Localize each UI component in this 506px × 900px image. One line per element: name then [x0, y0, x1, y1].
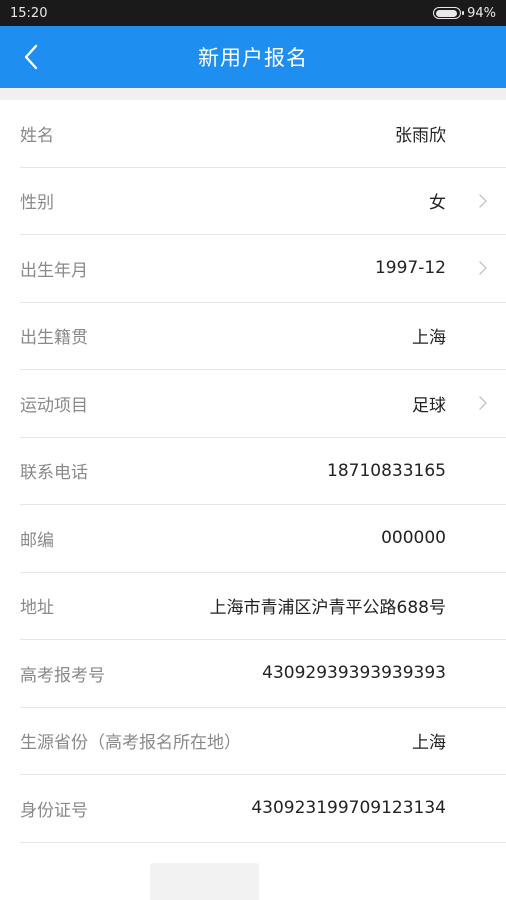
header-gap: [0, 88, 506, 100]
chevron-right-icon: [479, 261, 487, 275]
form-row-postcode[interactable]: 邮编 000000: [20, 505, 506, 573]
row-label: 运动项目: [20, 395, 88, 416]
form-row-exam-number[interactable]: 高考报考号 43092939393939393: [20, 640, 506, 708]
row-label: 性别: [20, 193, 54, 214]
status-bar: 15:20 94%: [0, 0, 506, 26]
form-row-sport[interactable]: 运动项目 足球: [20, 370, 506, 438]
page-title: 新用户报名: [198, 46, 308, 70]
battery-percent: 94%: [467, 5, 496, 21]
row-label: 生源省份（高考报名所在地）: [20, 733, 241, 754]
status-time: 15:20: [10, 5, 48, 21]
form-row-birth-date[interactable]: 出生年月 1997-12: [20, 235, 506, 303]
row-value: 000000: [381, 528, 446, 549]
status-right: 94%: [433, 6, 496, 21]
chevron-left-icon: [24, 44, 38, 70]
row-value: 女: [429, 193, 446, 214]
form-row-address[interactable]: 地址 上海市青浦区沪青平公路688号: [20, 573, 506, 640]
form-row-source-province[interactable]: 生源省份（高考报名所在地） 上海: [20, 708, 506, 775]
row-label: 出生籍贯: [20, 328, 88, 349]
form-row-phone[interactable]: 联系电话 18710833165: [20, 438, 506, 505]
row-value: 上海: [412, 733, 446, 754]
registration-form: 姓名 张雨欣 性别 女 出生年月 1997-12 出生籍贯 上海 运动项目 足球…: [0, 100, 506, 843]
battery-icon: [433, 7, 465, 19]
chevron-right-icon: [479, 396, 487, 410]
row-value: 上海市青浦区沪青平公路688号: [209, 598, 446, 619]
row-label: 出生年月: [20, 260, 88, 281]
row-value: 上海: [412, 328, 446, 349]
form-row-id-number[interactable]: 身份证号 430923199709123134: [20, 775, 506, 843]
row-value: 张雨欣: [395, 125, 446, 146]
row-value: 43092939393939393: [262, 663, 446, 684]
bottom-area: [0, 843, 506, 900]
row-value: 18710833165: [327, 460, 446, 481]
header-bar: 新用户报名: [0, 26, 506, 88]
submit-button[interactable]: [150, 862, 259, 900]
row-label: 姓名: [20, 125, 54, 146]
form-row-birthplace[interactable]: 出生籍贯 上海: [20, 303, 506, 370]
row-value: 足球: [412, 395, 446, 416]
form-row-name[interactable]: 姓名 张雨欣: [20, 100, 506, 168]
row-label: 联系电话: [20, 463, 88, 484]
back-button[interactable]: [14, 40, 48, 74]
row-label: 邮编: [20, 530, 54, 551]
battery-fill: [435, 9, 458, 17]
row-value: 430923199709123134: [251, 798, 446, 819]
chevron-right-icon: [479, 194, 487, 208]
row-label: 地址: [20, 598, 54, 619]
row-value: 1997-12: [374, 258, 446, 279]
form-row-gender[interactable]: 性别 女: [20, 168, 506, 235]
row-label: 高考报考号: [20, 665, 105, 686]
row-label: 身份证号: [20, 800, 88, 821]
